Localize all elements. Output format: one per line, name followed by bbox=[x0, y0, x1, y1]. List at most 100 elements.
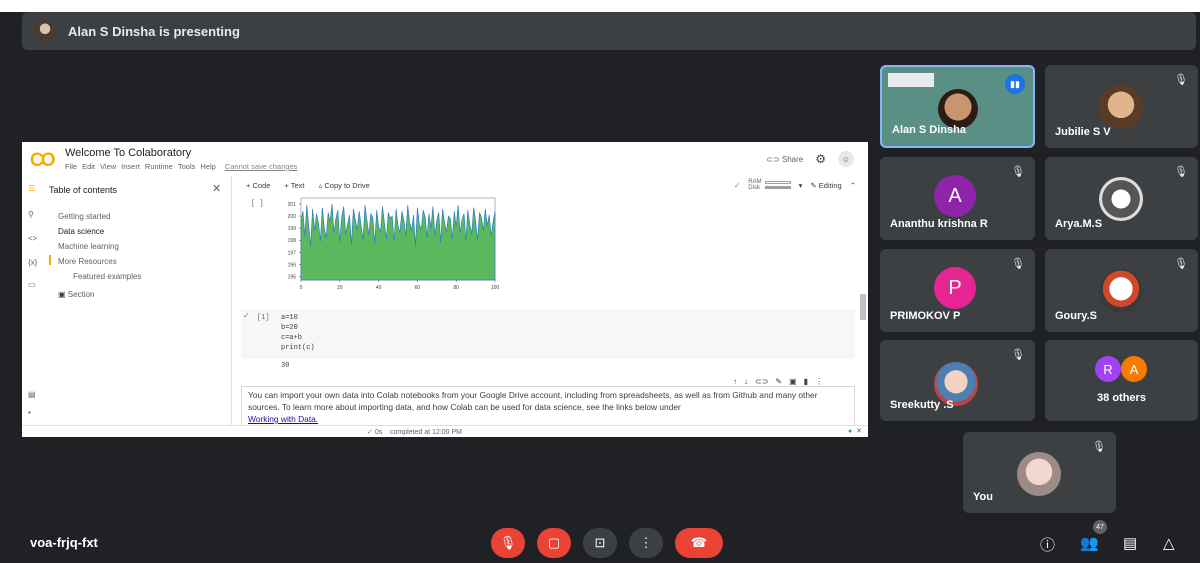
status-bar: ✓ 0s completed at 12:00 PM ● ✕ bbox=[22, 425, 868, 437]
link-icon[interactable]: ⊂⊃ bbox=[755, 377, 768, 386]
cell-run-bracket[interactable]: [ ] bbox=[251, 200, 264, 208]
participant-tile[interactable]: 🎙 Goury.S bbox=[1045, 249, 1198, 332]
status-close: ● ✕ bbox=[848, 427, 862, 435]
people-icon[interactable]: 👥 bbox=[1080, 534, 1099, 552]
add-text-button[interactable]: + Text bbox=[284, 181, 304, 190]
toc-active-marker bbox=[49, 255, 51, 265]
run-check-icon[interactable]: ✓ bbox=[243, 311, 250, 320]
colab-top-right: ⊂⊃ Share ⚙ ☺ bbox=[766, 151, 854, 167]
toc-item-section[interactable]: ▣ Section bbox=[58, 290, 94, 299]
move-up-icon[interactable]: ↑ bbox=[733, 377, 737, 386]
participant-tile[interactable]: 🎙 Arya.M.S bbox=[1045, 157, 1198, 240]
participant-tile[interactable]: P 🎙 PRIMOKOV P bbox=[880, 249, 1035, 332]
menu-tools[interactable]: Tools bbox=[178, 162, 196, 171]
code-icon[interactable]: <> bbox=[28, 234, 37, 243]
runtime-dropdown-icon[interactable]: ▾ bbox=[799, 181, 803, 190]
connected-check-icon: ✓ bbox=[733, 180, 741, 190]
menu-insert[interactable]: Insert bbox=[121, 162, 140, 171]
notebook-scrollbar[interactable] bbox=[860, 294, 866, 320]
end-call-icon: ☎ bbox=[690, 535, 708, 550]
participant-tile[interactable]: 🎙 Sreekutty .S bbox=[880, 340, 1035, 421]
others-tile[interactable]: R A 38 others bbox=[1045, 340, 1198, 421]
speaking-indicator-icon: ▮▮ bbox=[1005, 74, 1025, 94]
toc-title: Table of contents bbox=[49, 185, 118, 195]
others-letter-avatar: A bbox=[1121, 356, 1147, 382]
edit-icon[interactable]: ✎ bbox=[775, 377, 782, 386]
mic-off-icon: 🎙 bbox=[1011, 349, 1025, 361]
delete-icon[interactable]: ▮ bbox=[804, 377, 808, 386]
table-of-contents: ☰ ⚲ <> {x} ▭ ▤ ▪ Table of contents ✕ Get… bbox=[22, 176, 232, 425]
notebook-title[interactable]: Welcome To Colaboratory bbox=[65, 147, 191, 159]
pencil-icon: ✎ bbox=[810, 180, 819, 190]
chat-icon[interactable]: ▤ bbox=[1123, 534, 1137, 552]
code-cell[interactable]: ✓ [1] a=10 b=20 c=a+b print(c) bbox=[241, 309, 855, 359]
self-tile[interactable]: 🎙 You bbox=[963, 432, 1116, 513]
text-cell-body: You can import your own data into Colab … bbox=[248, 390, 818, 412]
copy-to-drive-button[interactable]: ▵ Copy to Drive bbox=[319, 181, 370, 190]
toc-item-getting-started[interactable]: Getting started bbox=[58, 212, 110, 221]
command-icon[interactable]: ▪ bbox=[28, 408, 31, 417]
share-button[interactable]: ⊂⊃ Share bbox=[766, 155, 803, 164]
ram-disk-indicator[interactable]: RAM Disk bbox=[748, 179, 791, 191]
menu-view[interactable]: View bbox=[100, 162, 116, 171]
participant-avatar bbox=[1099, 177, 1143, 221]
participant-name: Jubilie S V bbox=[1055, 126, 1111, 138]
variables-icon[interactable]: {x} bbox=[28, 258, 37, 267]
toc-item-more-resources[interactable]: More Resources bbox=[58, 257, 117, 266]
menu-edit[interactable]: Edit bbox=[82, 162, 95, 171]
end-call-button[interactable]: ☎ bbox=[675, 528, 723, 558]
more-options-button[interactable]: ⋮ bbox=[629, 528, 663, 558]
mic-off-icon: 🎙 bbox=[1174, 166, 1188, 178]
status-text: ✓ 0s completed at 12:00 PM bbox=[367, 428, 462, 436]
participant-tile[interactable]: 🎙 Jubilie S V bbox=[1045, 65, 1198, 148]
others-count: 38 others bbox=[1097, 392, 1146, 404]
colab-toolbar: + Code + Text ▵ Copy to Drive ✓ RAM Disk… bbox=[232, 176, 868, 194]
self-name: You bbox=[973, 491, 993, 503]
mirror-icon[interactable]: ▣ bbox=[789, 377, 797, 386]
text-cell[interactable]: You can import your own data into Colab … bbox=[241, 386, 855, 425]
gear-icon[interactable]: ⚙ bbox=[815, 152, 826, 166]
participant-tile[interactable]: ▮▮ Alan S Dinsha bbox=[880, 65, 1035, 148]
more-vert-icon[interactable]: ⋮ bbox=[815, 377, 823, 386]
more-icon: ⋮ bbox=[639, 535, 653, 550]
mic-off-icon: 🎙 bbox=[1174, 74, 1188, 86]
folder-icon[interactable]: ▭ bbox=[28, 280, 36, 289]
menu-runtime[interactable]: Runtime bbox=[145, 162, 173, 171]
account-avatar[interactable]: ☺ bbox=[838, 151, 854, 167]
mic-off-icon: 🎙 bbox=[1174, 258, 1188, 270]
move-down-icon[interactable]: ↓ bbox=[744, 377, 748, 386]
present-button[interactable]: ⊡ bbox=[583, 528, 617, 558]
y-tick-label: 197 bbox=[288, 250, 297, 256]
others-letter-avatar: R bbox=[1095, 356, 1121, 382]
mic-off-icon: 🎙 bbox=[1011, 166, 1025, 178]
status-time: 0s bbox=[374, 429, 383, 436]
info-icon[interactable]: ⓘ bbox=[1040, 534, 1055, 555]
list-icon[interactable]: ☰ bbox=[28, 184, 35, 193]
participant-avatar bbox=[1099, 85, 1143, 129]
toc-item-data-science[interactable]: Data science bbox=[58, 227, 104, 236]
search-icon[interactable]: ⚲ bbox=[28, 210, 34, 219]
section-icon: ▣ bbox=[58, 290, 68, 299]
activities-icon[interactable]: △ bbox=[1163, 534, 1175, 552]
close-icon[interactable]: ✕ bbox=[856, 428, 862, 435]
mic-toggle-button[interactable]: 🎙 bbox=[491, 528, 525, 558]
toc-item-machine-learning[interactable]: Machine learning bbox=[58, 242, 119, 251]
x-tick-label: 20 bbox=[337, 285, 343, 291]
working-with-data-link[interactable]: Working with Data. bbox=[248, 414, 318, 424]
shared-screen: CO Welcome To Colaboratory File Edit Vie… bbox=[22, 142, 868, 437]
colab-logo: CO bbox=[30, 150, 55, 171]
terminal-icon[interactable]: ▤ bbox=[28, 390, 36, 399]
participant-tile[interactable]: A 🎙 Ananthu krishna R bbox=[880, 157, 1035, 240]
add-code-button[interactable]: + Code bbox=[246, 181, 270, 190]
mic-off-icon: 🎙 bbox=[1092, 441, 1106, 453]
camera-toggle-button[interactable]: ▢ bbox=[537, 528, 571, 558]
collapse-icon[interactable]: ⌃ bbox=[850, 181, 856, 190]
editing-button[interactable]: ✎ Editing bbox=[810, 181, 841, 190]
toc-item-featured-examples[interactable]: Featured examples bbox=[73, 272, 141, 281]
menu-file[interactable]: File bbox=[65, 162, 77, 171]
menu-help[interactable]: Help bbox=[200, 162, 215, 171]
save-warning[interactable]: Cannot save changes bbox=[225, 162, 298, 171]
participant-video bbox=[938, 89, 978, 129]
close-icon[interactable]: ✕ bbox=[212, 182, 221, 195]
cell-index: [1] bbox=[257, 314, 270, 322]
